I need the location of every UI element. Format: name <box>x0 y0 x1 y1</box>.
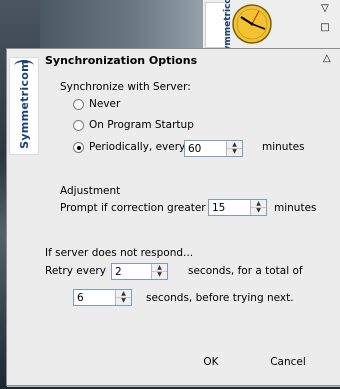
retry-stepper[interactable]: 2 ▲ ▼ <box>111 263 168 280</box>
radio-periodically[interactable] <box>73 142 84 153</box>
retry-down-icon[interactable]: ▼ <box>152 271 167 278</box>
adjustment-value[interactable]: 15 <box>212 202 225 214</box>
widget-logo: Symmetricom <box>205 0 233 58</box>
retry-section-label: If server does not respond... <box>45 247 194 259</box>
retry-every-label: Retry every <box>45 265 106 277</box>
sync-section-label: Synchronize with Server: <box>60 81 191 93</box>
radio-program-startup[interactable] <box>73 120 84 131</box>
radio-periodically-label[interactable]: Periodically, every <box>89 141 185 153</box>
cancel-button[interactable]: Cancel <box>265 354 311 370</box>
clock-icon <box>232 4 272 44</box>
widget-dropdown-icon[interactable]: ▽ <box>318 3 332 15</box>
period-stepper-buttons[interactable]: ▲ ▼ <box>226 141 242 156</box>
retry-value[interactable]: 2 <box>115 266 122 278</box>
period-down-icon[interactable]: ▼ <box>227 148 242 155</box>
adjustment-stepper-buttons[interactable]: ▲ ▼ <box>250 200 266 215</box>
period-value[interactable]: 60 <box>188 143 201 155</box>
adjustment-unit-label: minutes <box>274 202 317 214</box>
widget-restore-icon[interactable]: □ <box>318 22 332 34</box>
retry-unit-label: seconds, for a total of <box>188 265 303 277</box>
total-unit-label: seconds, before trying next. <box>146 292 294 304</box>
radio-program-startup-label[interactable]: On Program Startup <box>89 119 194 131</box>
total-value[interactable]: 6 <box>77 292 84 304</box>
adjustment-down-icon[interactable]: ▼ <box>251 207 266 214</box>
period-unit-label: minutes <box>262 141 305 153</box>
period-stepper[interactable]: 60 ▲ ▼ <box>184 140 243 157</box>
synchronization-options-dialog: Synchronization Options △ Symmetricom Sy… <box>6 48 340 386</box>
retry-stepper-buttons[interactable]: ▲ ▼ <box>151 264 167 279</box>
dialog-titlebar: Synchronization Options △ <box>7 49 340 71</box>
dialog-title: Synchronization Options <box>45 54 198 67</box>
collapse-icon[interactable]: △ <box>323 54 331 64</box>
radio-never-label[interactable]: Never <box>89 98 120 110</box>
radio-never[interactable] <box>73 99 84 110</box>
logo-text: Symmetricom <box>17 60 31 149</box>
prompt-correction-label: Prompt if correction greater <box>60 202 206 214</box>
adjustment-stepper[interactable]: 15 ▲ ▼ <box>208 199 267 216</box>
total-down-icon[interactable]: ▼ <box>116 297 131 304</box>
ok-button[interactable]: OK <box>191 354 231 370</box>
symmetricom-logo: Symmetricom <box>9 57 39 155</box>
total-stepper[interactable]: 6 ▲ ▼ <box>73 289 132 306</box>
adjustment-section-label: Adjustment <box>60 185 121 197</box>
total-stepper-buttons[interactable]: ▲ ▼ <box>115 290 131 305</box>
